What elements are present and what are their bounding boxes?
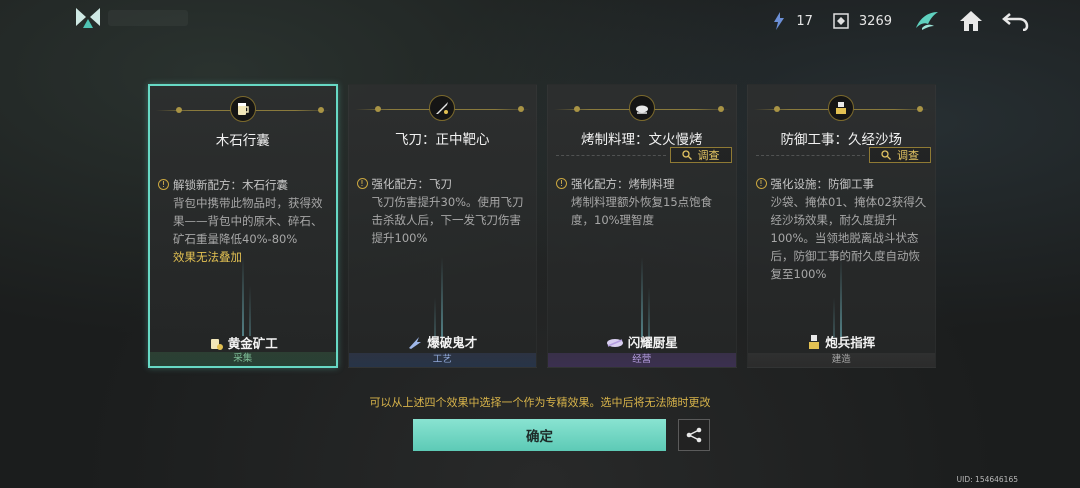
logo-ghost-text xyxy=(108,10,188,26)
energy-count: 17 xyxy=(796,13,813,29)
category-footer: 经营 xyxy=(548,353,736,367)
light-beam xyxy=(434,297,437,337)
knife-icon xyxy=(429,95,456,121)
artillery-icon xyxy=(809,334,820,349)
info-bullet-icon: ! xyxy=(755,178,767,189)
card-deco-dot xyxy=(518,106,524,112)
share-button[interactable] xyxy=(678,419,710,451)
investigate-label: 调查 xyxy=(697,149,720,162)
card-deco-dot xyxy=(574,106,580,112)
card-deco-dot xyxy=(917,106,923,112)
energy-icon xyxy=(774,12,785,30)
card-title: 飞刀：正中靶心 xyxy=(395,132,490,148)
profession-name: 闪耀厨星 xyxy=(627,335,678,350)
light-beam xyxy=(647,287,650,337)
card-description: ! 解锁新配方：木石行囊 背包中携带此物品时，获得效果——背包中的原木、碎石、矿… xyxy=(158,176,328,266)
card-title: 烤制料理：文火慢烤 xyxy=(581,132,703,148)
investigate-button[interactable]: 调查 xyxy=(669,147,732,163)
specialization-cards: 木石行囊 ! 解锁新配方：木石行囊 背包中携带此物品时，获得效果——背包中的原木… xyxy=(148,84,936,368)
light-beam xyxy=(248,286,251,336)
gold-miner-icon xyxy=(210,338,223,350)
magnifier-icon xyxy=(881,150,891,160)
card-title: 木石行囊 xyxy=(215,133,270,149)
investigate-label: 调查 xyxy=(897,149,919,162)
magnifier-icon xyxy=(681,150,692,160)
specialization-card-1[interactable]: 木石行囊 ! 解锁新配方：木石行囊 背包中携带此物品时，获得效果——背包中的原木… xyxy=(148,84,338,368)
specialization-card-3[interactable]: 烤制料理：文火慢烤 调查 ! 强化配方：烤制料理 烤制料理额外恢复15点饱食度，… xyxy=(547,84,737,368)
wing-icon xyxy=(916,12,938,30)
investigate-button[interactable]: 调查 xyxy=(869,147,931,163)
light-beam xyxy=(840,257,843,337)
profession-name: 炮兵指挥 xyxy=(825,335,876,350)
profession: 黄金矿工 xyxy=(150,333,336,352)
light-beam xyxy=(640,257,643,337)
specialization-card-4[interactable]: 防御工事：久经沙场 调查 ! 强化设施：防御工事 沙袋、掩体01、掩体02获得久… xyxy=(746,84,936,368)
desc-head: 强化配方：烤制料理 xyxy=(571,177,675,191)
desc-body: 沙袋、掩体01、掩体02获得久经沙场效果，耐久度提升100%。当领地脱离战斗状态… xyxy=(770,195,927,281)
confirm-label: 确定 xyxy=(526,429,553,445)
specialization-card-2[interactable]: 飞刀：正中靶心 ! 强化配方：飞刀 飞刀伤害提升30%。使用飞刀击杀敌人后，下一… xyxy=(347,84,537,368)
grill-icon xyxy=(628,95,655,121)
desc-head: 解锁新配方：木石行囊 xyxy=(173,178,288,192)
currency-count: 3269 xyxy=(858,13,892,29)
info-bullet-icon: ! xyxy=(158,179,169,190)
card-description: ! 强化配方：烤制料理 烤制料理额外恢复15点饱食度，10%理智度 xyxy=(556,175,728,229)
home-button[interactable] xyxy=(956,6,986,36)
dashed-divider xyxy=(556,155,666,156)
card-description: ! 强化配方：飞刀 飞刀伤害提升30%。使用飞刀击杀敌人后，下一发飞刀伤害提升1… xyxy=(356,175,529,247)
desc-note: 效果无法叠加 xyxy=(173,250,242,264)
desc-body: 背包中携带此物品时，获得效果——背包中的原木、碎石、矿石重量降低40%-80% xyxy=(173,196,323,246)
dashed-divider xyxy=(755,155,865,156)
wing-button[interactable] xyxy=(912,6,942,36)
profession: 炮兵指挥 xyxy=(748,332,936,351)
info-bullet-icon: ! xyxy=(556,178,567,189)
card-deco-dot xyxy=(374,106,381,112)
card-deco-dot xyxy=(317,107,324,113)
share-icon xyxy=(686,427,702,443)
profession-name: 爆破鬼才 xyxy=(427,335,478,350)
beer-mug-icon xyxy=(229,96,256,122)
confirm-button[interactable]: 确定 xyxy=(413,419,666,451)
fortress-icon xyxy=(828,95,855,121)
light-beam xyxy=(441,257,444,337)
desc-body: 飞刀伤害提升30%。使用飞刀击杀敌人后，下一发飞刀伤害提升100% xyxy=(371,195,524,245)
category-footer: 工艺 xyxy=(348,353,536,367)
profession-name: 黄金矿工 xyxy=(227,336,278,351)
light-beam xyxy=(833,297,836,337)
desc-head: 强化设施：防御工事 xyxy=(770,177,875,191)
desc-body: 烤制料理额外恢复15点饱食度，10%理智度 xyxy=(571,195,713,227)
info-bullet-icon: ! xyxy=(356,178,368,189)
topbar: 17 3269 xyxy=(772,4,1030,38)
desc-head: 强化配方：飞刀 xyxy=(371,177,453,191)
blast-icon xyxy=(409,336,422,349)
logo-icon xyxy=(74,6,102,32)
category-footer: 建造 xyxy=(747,353,935,367)
light-beam xyxy=(241,256,244,336)
card-title: 防御工事：久经沙场 xyxy=(780,132,903,148)
card-deco-dot xyxy=(717,106,724,112)
back-icon xyxy=(1002,13,1029,31)
home-icon xyxy=(960,11,982,31)
profession: 爆破鬼才 xyxy=(349,332,537,351)
profession: 闪耀厨星 xyxy=(548,332,736,351)
selection-hint: 可以从上述四个效果中选择一个作为专精效果。选中后将无法随时更改 xyxy=(369,396,711,409)
currency-icon xyxy=(833,13,849,29)
category-footer: 采集 xyxy=(150,352,336,366)
user-id: UID: 154646165 xyxy=(956,475,1018,484)
resource-energy: 17 xyxy=(772,12,813,30)
card-deco-dot xyxy=(773,106,780,112)
chef-icon xyxy=(606,338,623,347)
card-deco-dot xyxy=(176,107,182,113)
resource-currency: 3269 xyxy=(833,13,892,29)
back-button[interactable] xyxy=(1000,6,1030,36)
